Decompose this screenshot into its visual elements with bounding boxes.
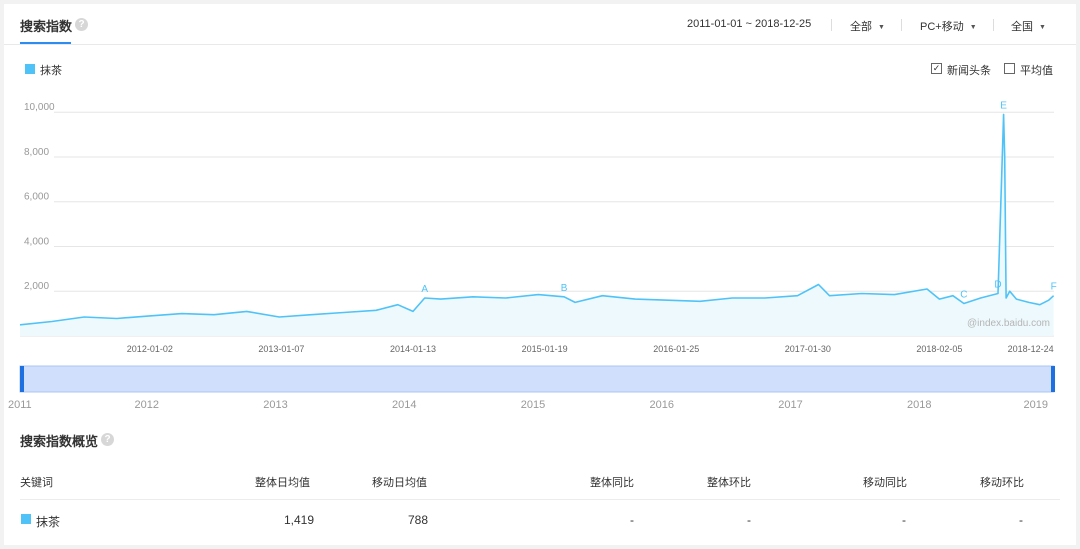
col-header-mobile-yoy: 移动同比 — [863, 477, 907, 489]
x-tick-label: 2017-01-30 — [785, 344, 831, 354]
overview-title: 搜索指数概览 — [20, 434, 99, 449]
slider-year-label: 2016 — [650, 399, 674, 411]
keyword-swatch — [21, 514, 31, 524]
slider-year-label: 2013 — [263, 399, 287, 411]
col-header-mobile-mom: 移动环比 — [980, 477, 1024, 489]
y-tick-label: 6,000 — [24, 192, 49, 203]
annotation-marker[interactable]: B — [561, 283, 568, 294]
y-tick-label: 2,000 — [24, 281, 49, 292]
col-header-overall-daily: 整体日均值 — [255, 477, 310, 489]
x-tick-label: 2016-01-25 — [653, 344, 699, 354]
annotation-marker[interactable]: F — [1051, 282, 1057, 293]
y-tick-label: 4,000 — [24, 236, 49, 247]
y-tick-label: 8,000 — [24, 147, 49, 158]
slider-year-label: 2015 — [521, 399, 545, 411]
x-tick-label: 2012-01-02 — [127, 344, 173, 354]
series-area — [20, 114, 1054, 337]
row-overall-mom: - — [747, 513, 751, 527]
slider-year-label: 2019 — [1024, 399, 1048, 411]
x-tick-label: 2013-01-07 — [258, 344, 304, 354]
col-header-mobile-daily: 移动日均值 — [372, 477, 427, 489]
y-tick-label: 10,000 — [24, 102, 55, 113]
slider-year-label: 2014 — [392, 399, 416, 411]
slider-year-label: 2012 — [135, 399, 159, 411]
slider-year-label: 2011 — [8, 399, 32, 411]
row-mobile-yoy: - — [902, 513, 906, 527]
range-slider-start-handle[interactable] — [20, 366, 24, 392]
slider-year-label: 2018 — [907, 399, 931, 411]
help-icon[interactable]: ? — [101, 433, 114, 446]
x-tick-label: 2015-01-19 — [522, 344, 568, 354]
row-overall-daily: 1,419 — [284, 513, 315, 527]
x-tick-label: 2014-01-13 — [390, 344, 436, 354]
range-slider-end-handle[interactable] — [1051, 366, 1055, 392]
row-keyword: 抹茶 — [36, 515, 61, 529]
range-slider-track[interactable] — [19, 365, 1055, 393]
annotation-marker[interactable]: D — [994, 279, 1001, 290]
slider-year-label: 2017 — [778, 399, 802, 411]
col-header-overall-mom: 整体环比 — [707, 477, 751, 489]
table-divider — [20, 499, 1060, 500]
watermark-text: @index.baidu.com — [967, 318, 1050, 329]
col-header-keyword: 关键词 — [20, 477, 53, 489]
row-overall-yoy: - — [630, 513, 634, 527]
x-tick-label: 2018-02-05 — [916, 344, 962, 354]
row-mobile-mom: - — [1019, 513, 1023, 527]
trend-chart[interactable]: 2,000 4,000 6,000 8,000 10,000 A B C D E F 2012-0… — [4, 4, 1076, 414]
row-mobile-daily: 788 — [408, 513, 429, 527]
annotation-marker[interactable]: C — [960, 290, 967, 301]
annotation-marker[interactable]: A — [421, 284, 428, 295]
col-header-overall-yoy: 整体同比 — [590, 477, 634, 489]
series-line — [19, 113, 1055, 326]
annotation-marker[interactable]: E — [1000, 100, 1007, 111]
x-tick-label: 2018-12-24 — [1008, 344, 1054, 354]
search-index-card: 搜索指数 ? 2011-01-01 ~ 2018-12-25 全部 ▼ PC+移动… — [4, 4, 1076, 545]
